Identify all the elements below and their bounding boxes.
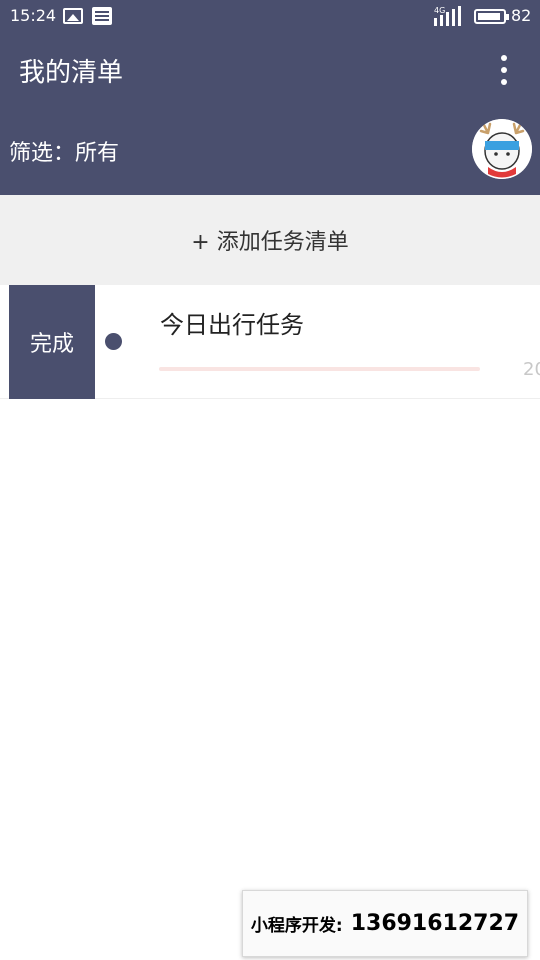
developer-watermark: 小程序开发: 13691612727 <box>242 890 528 957</box>
done-button-label: 完成 <box>29 332 74 357</box>
battery-level: 82 <box>511 6 532 25</box>
app-header: 我的清单 筛选：所有 <box>0 34 540 195</box>
watermark-phone: 13691612727 <box>350 911 520 936</box>
status-bar: 15:24 4G 82 <box>0 0 540 34</box>
add-list-button[interactable]: + 添加任务清单 <box>0 195 540 285</box>
bullet-icon <box>105 333 122 350</box>
list-item[interactable]: 完成 今日出行任务 20 <box>0 285 540 399</box>
screen: 15:24 4G 82 我的清单 筛选：所有 + 添加任务清单 完成 今日出行任… <box>0 0 540 960</box>
done-button[interactable]: 完成 <box>9 285 95 399</box>
reindeer-avatar-icon <box>472 119 532 179</box>
page-title: 我的清单 <box>19 58 124 88</box>
document-icon <box>92 7 112 25</box>
image-icon <box>63 8 83 24</box>
progress-bar <box>159 367 480 371</box>
list-title: 今日出行任务 <box>160 311 304 339</box>
list-date: 20 <box>523 359 540 380</box>
filter-label[interactable]: 筛选：所有 <box>9 135 119 167</box>
status-time: 15:24 <box>10 6 57 25</box>
watermark-label: 小程序开发: <box>250 916 343 936</box>
avatar[interactable] <box>472 119 532 179</box>
signal-icon: 4G <box>434 6 464 26</box>
add-list-label: + 添加任务清单 <box>191 230 349 255</box>
battery-icon <box>474 9 509 24</box>
network-type: 4G <box>434 6 446 15</box>
more-vertical-icon[interactable] <box>494 52 514 88</box>
